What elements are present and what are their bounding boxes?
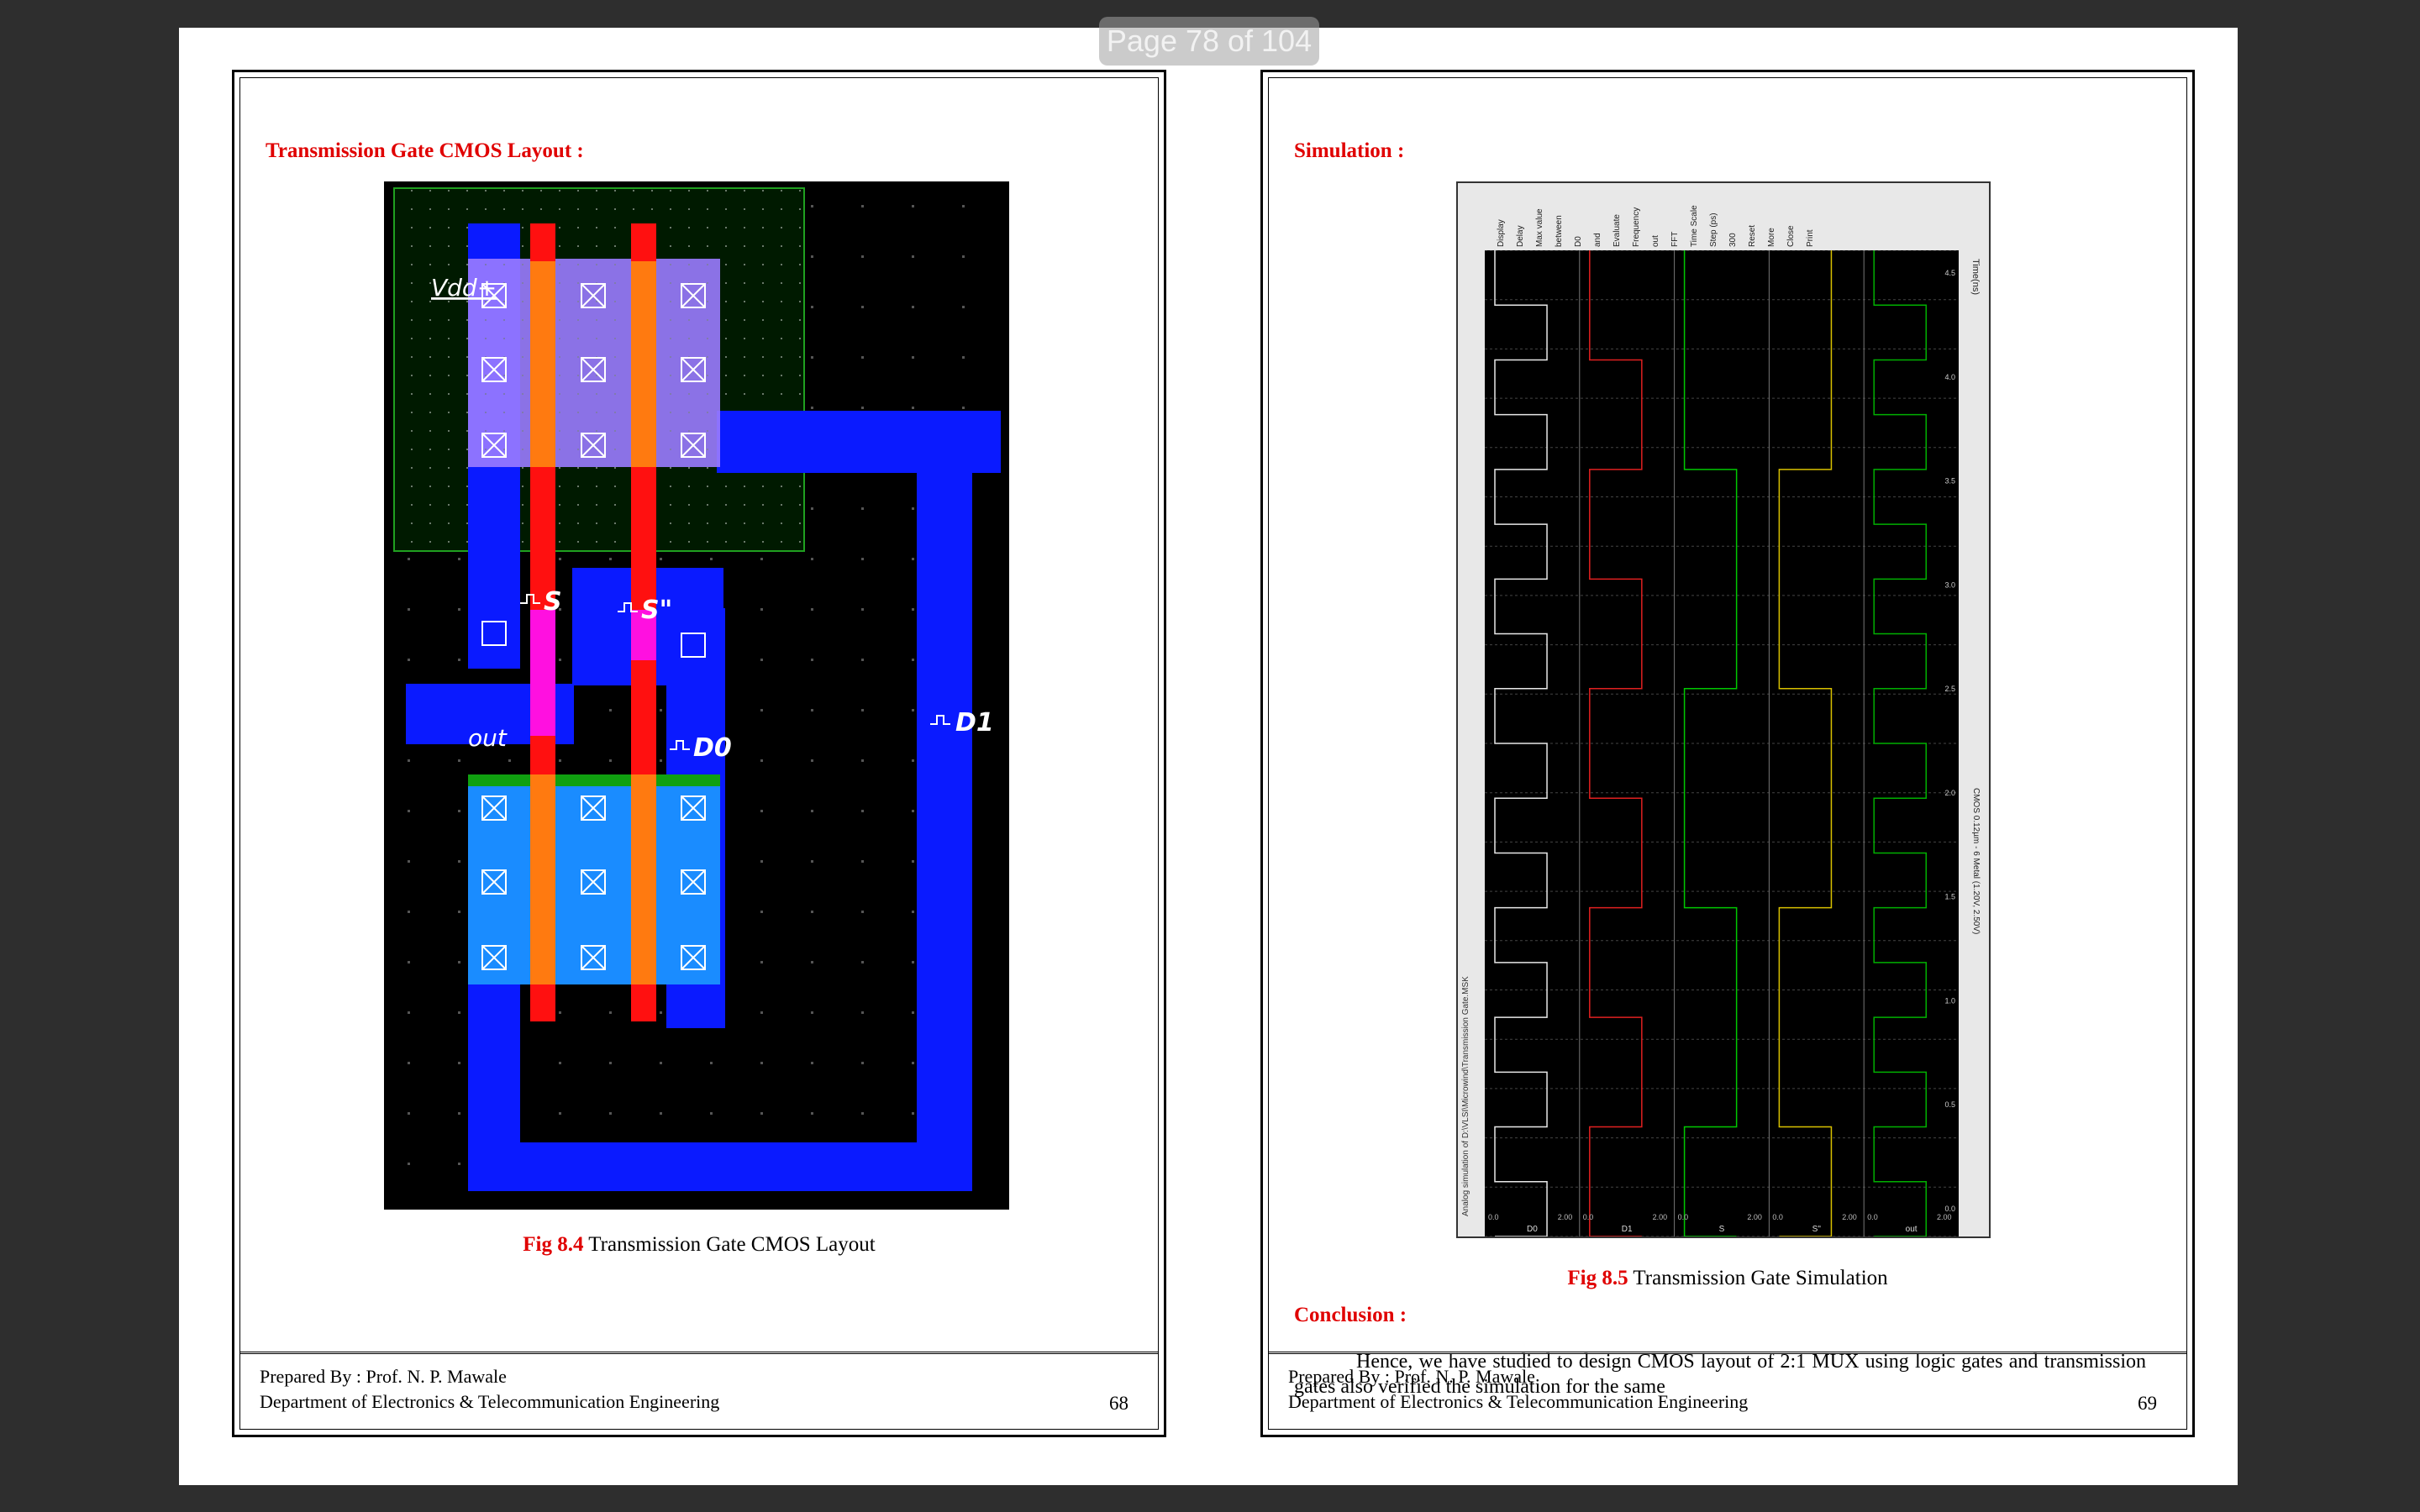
sim-time-tick: 3.0 <box>1944 580 1955 589</box>
sim-signal-label: D1 <box>1622 1225 1633 1234</box>
conclusion-text: Hence, we have studied to design CMOS la… <box>1294 1351 2146 1398</box>
sim-control-label[interactable]: Display <box>1497 219 1506 247</box>
sim-signal-label: S <box>1719 1225 1725 1234</box>
page-indicator: Page 78 of 104 <box>1099 17 1319 66</box>
right-page: Simulation : Analog simulation of D:\VLS… <box>1260 70 2195 1437</box>
fig-caption-text: Transmission Gate Simulation <box>1628 1267 1888 1289</box>
sim-signal-label: out <box>1906 1225 1918 1234</box>
cmos-layout-figure: Vdd+ S S" out D0 D1 <box>384 181 1009 1210</box>
sim-voltage-label: 2.00 <box>1842 1213 1857 1221</box>
sim-wave-s <box>1683 250 1738 1236</box>
sim-wave-d0 <box>1494 250 1548 1236</box>
sim-control-label[interactable]: 300 <box>1728 233 1738 247</box>
simulation-figure: Analog simulation of D:\VLSI\Microwind\T… <box>1456 181 1991 1238</box>
department: Department of Electronics & Telecommunic… <box>1288 1391 1749 1412</box>
sim-control-label[interactable]: Time Scale <box>1690 205 1699 247</box>
sim-control-label[interactable]: between <box>1555 215 1564 247</box>
sim-time-tick: 3.5 <box>1944 477 1955 486</box>
layout-heading: Transmission Gate CMOS Layout : <box>266 139 584 162</box>
department: Department of Electronics & Telecommunic… <box>260 1391 720 1412</box>
sim-time-tick: 4.5 <box>1944 269 1955 277</box>
sim-status-strip: Analog simulation of D:\VLSI\Microwind\T… <box>1458 183 1486 1236</box>
sim-control-label[interactable]: Close <box>1786 225 1796 247</box>
page-number: 69 <box>2138 1393 2157 1414</box>
sim-voltage-label: 2.00 <box>1558 1213 1573 1221</box>
sim-time-tick: 1.5 <box>1944 893 1955 901</box>
sim-time-tick: 4.0 <box>1944 373 1955 381</box>
sim-plot-bg <box>1485 250 1959 1236</box>
prepared-by: Prepared By : Prof. N. P. Mawale <box>260 1366 507 1387</box>
conclusion-heading: Conclusion : <box>1294 1304 1407 1326</box>
sim-control-label[interactable]: D0 <box>1574 236 1583 247</box>
sim-control-panel: Display Delay Max value between D0 and Evaluat… <box>1485 183 1989 251</box>
nmos-contacts <box>481 795 706 970</box>
label-d0: D0 <box>693 733 732 763</box>
sim-wave-out <box>1873 250 1927 1236</box>
sim-waveforms: D00.0 2.00D10.0 2.00S0.0 2.00S"0.0 2.00out0.… <box>1485 250 1959 1236</box>
sim-control-label[interactable]: Max value <box>1535 208 1544 247</box>
sim-control-label[interactable]: and <box>1593 233 1602 247</box>
fig-caption-text: Transmission Gate CMOS Layout <box>583 1233 876 1256</box>
pulse-icons <box>520 594 950 750</box>
sim-control-label[interactable]: More <box>1767 228 1776 247</box>
sim-voltage-label: 0.0 <box>1583 1213 1594 1221</box>
sim-signal-label: D0 <box>1527 1225 1538 1234</box>
label-out: out <box>468 724 508 752</box>
sim-voltage-label: 2.00 <box>1653 1213 1668 1221</box>
sim-signal-label: S" <box>1812 1225 1822 1234</box>
sim-control-label[interactable]: Evaluate <box>1612 214 1622 247</box>
sim-voltage-label: 0.0 <box>1867 1213 1878 1221</box>
fig-number: Fig 8.4 <box>523 1233 584 1256</box>
sim-control-label[interactable]: Step (ps) <box>1709 213 1718 247</box>
fig-8-4-caption: Fig 8.4 Transmission Gate CMOS Layout <box>234 1233 1164 1257</box>
sim-time-tick: 0.0 <box>1944 1205 1955 1213</box>
sim-time-tick: 0.5 <box>1944 1100 1955 1109</box>
sim-voltage-label: 0.0 <box>1488 1213 1499 1221</box>
prepared-by: Prepared By : Prof. N. P. Mawale <box>1288 1366 1535 1387</box>
sim-control-labels: Display Delay Max value between D0 and Evaluat… <box>1485 183 1989 250</box>
sim-time-tick: 2.0 <box>1944 789 1955 797</box>
sim-time-axis-strip: Time(ns) CMOS 0.12µm - 6 Metal (1.20V, 2… <box>1958 250 1989 1236</box>
sim-time-tick: 1.0 <box>1944 996 1955 1005</box>
cmos-layout-drawing: Vdd+ S S" out D0 D1 <box>384 181 1009 1210</box>
sim-time-label: Time(ns) <box>1970 259 1981 295</box>
fig-number: Fig 8.5 <box>1567 1267 1628 1289</box>
label-d1: D1 <box>955 708 994 738</box>
sim-control-label[interactable]: out <box>1651 235 1660 247</box>
label-s: S <box>544 587 562 617</box>
sim-wave-s-bar <box>1778 250 1833 1236</box>
sim-voltage-label: 2.00 <box>1747 1213 1762 1221</box>
label-vdd: Vdd+ <box>431 274 497 302</box>
sim-voltage-label: 0.0 <box>1772 1213 1783 1221</box>
sim-control-label[interactable]: Delay <box>1516 225 1525 247</box>
sim-control-label[interactable]: FFT <box>1670 232 1680 247</box>
sim-control-label[interactable]: Frequency <box>1632 207 1641 247</box>
sim-time-tick: 2.5 <box>1944 685 1955 693</box>
sim-bottom-status: CMOS 0.12µm - 6 Metal (1.20V, 2.50V) <box>1971 788 1981 935</box>
sim-control-label[interactable]: Reset <box>1748 225 1757 247</box>
label-s-bar: S" <box>641 596 672 625</box>
fig-8-5-caption: Fig 8.5 Transmission Gate Simulation <box>1263 1267 2192 1290</box>
document-spread: Transmission Gate CMOS Layout : Vdd+ S S… <box>179 28 2238 1485</box>
left-footer: Prepared By : Prof. N. P. Mawale Departm… <box>239 1352 1159 1430</box>
page-number: 68 <box>1109 1393 1128 1414</box>
sim-voltage-label: 2.00 <box>1937 1213 1952 1221</box>
simulation-heading: Simulation : <box>1294 139 1405 162</box>
left-page: Transmission Gate CMOS Layout : Vdd+ S S… <box>232 70 1166 1437</box>
sim-file-path: Analog simulation of D:\VLSI\Microwind\T… <box>1461 976 1470 1216</box>
sim-control-label[interactable]: Print <box>1806 229 1815 247</box>
sim-voltage-label: 0.0 <box>1678 1213 1689 1221</box>
poly-contacts <box>481 621 706 658</box>
pmos-contacts <box>481 283 706 458</box>
sim-wave-d1 <box>1589 250 1643 1236</box>
right-footer: Prepared By : Prof. N. P. Mawale Departm… <box>1268 1352 2187 1430</box>
